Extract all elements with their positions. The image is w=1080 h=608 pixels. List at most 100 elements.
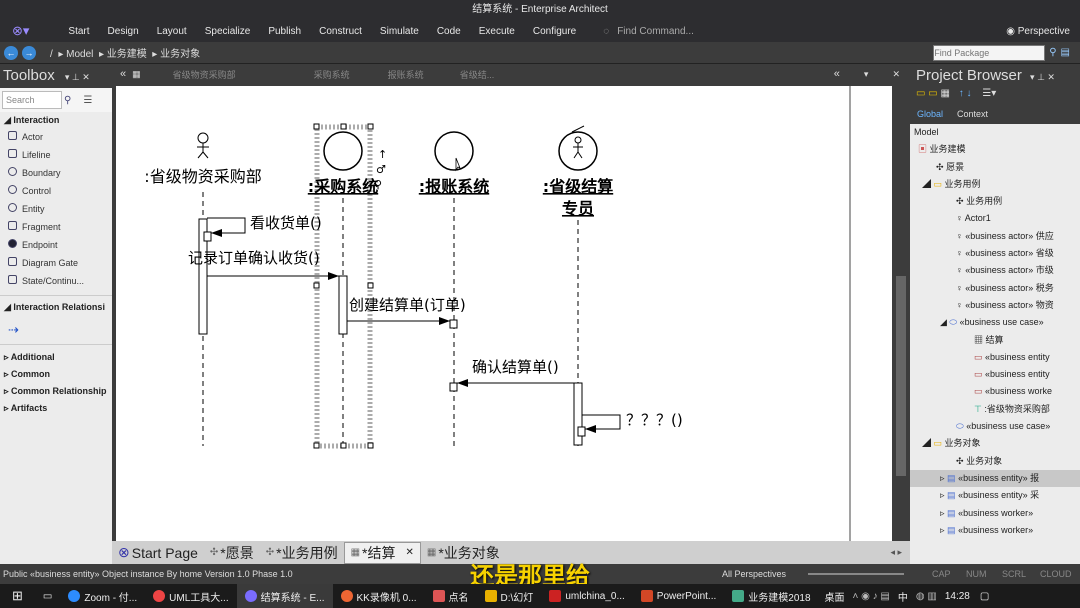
tab-vision[interactable]: ✣ *愿景	[204, 543, 260, 563]
menu-start[interactable]: Start	[59, 26, 98, 37]
quick-link-search-icon[interactable]: ⚲	[374, 178, 382, 191]
tree-item[interactable]: ✣ 业务用例	[910, 193, 1080, 210]
vertical-scrollbar[interactable]	[894, 86, 908, 541]
selection-handle[interactable]	[367, 442, 374, 449]
ime-indicator[interactable]: 中	[898, 589, 908, 604]
tree-item[interactable]: ✣ 愿景	[910, 159, 1080, 176]
tree-item[interactable]: ⊤ :省级物资采购部	[910, 401, 1080, 418]
tree-item[interactable]: ◢ ⬭ «business use case»	[910, 314, 1080, 331]
toolbox-section-additional[interactable]: ▹ Additional	[0, 349, 112, 366]
toolbox-section-relationships[interactable]: ◢ Interaction Relationsi	[0, 295, 112, 316]
tray-icons-2[interactable]: ◍ ▥	[916, 591, 937, 602]
tree-item[interactable]: ▦ 结算	[910, 332, 1080, 349]
desktop-label[interactable]: 桌面	[825, 589, 845, 604]
notification-icon[interactable]: ▢	[980, 591, 989, 602]
collapse-icon[interactable]: «	[120, 68, 126, 80]
sequence-diagram-svg[interactable]: :省级物资采购部 :采购系统 ↑ ♂ ⚲:报账系统:省级结算 专员 看收货单…	[116, 86, 892, 541]
move-down-icon[interactable]: ↓	[966, 88, 971, 99]
windows-start-icon[interactable]: ⊞	[0, 588, 35, 604]
find-package-input[interactable]	[933, 44, 1046, 61]
pin-icon[interactable]: ▾ ⊥ ✕	[65, 72, 90, 82]
perspective-button[interactable]: ◉ Perspective	[1006, 26, 1070, 37]
tree-item[interactable]: ◢ ▭ 业务用例	[910, 176, 1080, 193]
move-up-icon[interactable]: ↑	[959, 88, 964, 99]
selection-handle[interactable]	[340, 123, 347, 130]
tree-item[interactable]: ◢ ▭ 业务对象	[910, 435, 1080, 452]
sequence-diagram-canvas[interactable]: :省级物资采购部 :采购系统 ↑ ♂ ⚲:报账系统:省级结算 专员 看收货单…	[116, 86, 892, 541]
tab-settlement[interactable]: ▦ *结算 ✕	[343, 541, 421, 564]
tab-start-page[interactable]: ⊗ Start Page	[112, 544, 204, 561]
new-diagram-icon[interactable]: ▦	[940, 88, 949, 99]
selection-handle[interactable]	[313, 282, 320, 289]
menu-design[interactable]: Design	[99, 26, 148, 37]
breadcrumb-business-objects[interactable]: 业务对象	[160, 49, 200, 60]
selection-handle[interactable]	[313, 442, 320, 449]
menu-code[interactable]: Code	[428, 26, 470, 37]
menu-publish[interactable]: Publish	[259, 26, 310, 37]
tree-item[interactable]: Model	[910, 124, 1080, 141]
new-folder-icon[interactable]: ▭	[928, 88, 937, 99]
tree-item[interactable]: ▣ 业务建模	[910, 141, 1080, 158]
new-package-icon[interactable]: ▭	[916, 88, 925, 99]
menu-specialize[interactable]: Specialize	[196, 26, 260, 37]
tree-item[interactable]: ⬭ «business use case»	[910, 418, 1080, 435]
taskbar-ea[interactable]: 结算系统 - E...	[236, 584, 333, 608]
back-icon[interactable]: ←	[4, 45, 18, 60]
tree-item[interactable]: ▹ ▤ «business worker»	[910, 505, 1080, 522]
tree-item[interactable]: ♀ «business actor» 省级	[910, 245, 1080, 262]
scrollbar-thumb[interactable]	[896, 276, 906, 476]
tab-business-use-case[interactable]: ✣ *业务用例	[260, 543, 344, 563]
lifeline-procurement-dept[interactable]: :省级物资采购部	[144, 132, 262, 446]
app-icon[interactable]: ⊗▾	[12, 23, 29, 39]
menu-execute[interactable]: Execute	[470, 26, 524, 37]
close-icon[interactable]: ✕	[892, 69, 900, 80]
perspectives-label[interactable]: All Perspectives	[722, 564, 786, 584]
taskbar-kk[interactable]: KK录像机 0...	[333, 584, 425, 608]
search-icon[interactable]: ⚲	[1049, 47, 1056, 58]
close-icon[interactable]: ✕	[405, 547, 413, 558]
tree-item[interactable]: ▹ ▤ «business entity» 采	[910, 487, 1080, 504]
toolbox-item-diagram-gate[interactable]: Diagram Gate	[0, 255, 112, 273]
menu-construct[interactable]: Construct	[310, 26, 371, 37]
lifeline-reimbursement-system[interactable]: :报账系统	[419, 131, 489, 446]
toolbox-item-endpoint[interactable]: Endpoint	[0, 237, 112, 255]
menu-simulate[interactable]: Simulate	[371, 26, 428, 37]
quick-link-key-icon[interactable]: ♂	[376, 163, 386, 176]
taskbar-modeling[interactable]: 业务建模2018	[724, 584, 818, 608]
selection-handle[interactable]	[340, 442, 347, 449]
selection-handle[interactable]	[313, 123, 320, 130]
toolbox-section-interaction[interactable]: ◢ Interaction	[0, 112, 112, 129]
tree-item[interactable]: ▹ ▤ «business entity» 报	[910, 469, 1080, 488]
menu-icon[interactable]: ☰▾	[982, 88, 996, 99]
tree-item[interactable]: ♀ «business actor» 税务	[910, 280, 1080, 297]
taskbar-chrome[interactable]: UML工具大...	[145, 584, 236, 608]
toolbox-item-control[interactable]: Control	[0, 183, 112, 201]
toolbox-item-entity[interactable]: Entity	[0, 201, 112, 219]
breadcrumb-model[interactable]: Model	[66, 49, 93, 60]
dropdown-icon[interactable]: ▾	[864, 69, 869, 80]
message-confirm-settlement[interactable]: 确认结算单()	[457, 358, 574, 387]
tree-item[interactable]: ♀ «business actor» 供应	[910, 228, 1080, 245]
lifeline-settlement-clerk[interactable]: :省级结算 专员	[543, 125, 613, 446]
message-unknown[interactable]: ？？？()	[582, 411, 683, 433]
toolbox-section-common-relationships[interactable]: ▹ Common Relationship	[0, 383, 112, 400]
scroll-left-icon[interactable]: «	[834, 68, 840, 80]
breadcrumb-business-modeling[interactable]: 业务建模	[107, 49, 147, 60]
menu-configure[interactable]: Configure	[524, 26, 585, 37]
package-icon[interactable]: ▤	[1061, 47, 1070, 58]
taskbar-pdf[interactable]: umlchina_0...	[541, 584, 632, 608]
selection-handle[interactable]	[367, 123, 374, 130]
search-icon[interactable]: ⚲	[64, 95, 71, 106]
taskbar-rollcall[interactable]: 点名	[425, 584, 477, 608]
tree-item[interactable]: ▭ «business entity	[910, 349, 1080, 366]
toolbox-item-boundary[interactable]: Boundary	[0, 165, 112, 183]
tab-scroll-icon[interactable]: ◂ ▸	[890, 547, 902, 558]
forward-icon[interactable]: →	[22, 45, 36, 60]
taskbar-folder[interactable]: D:\幻灯	[477, 584, 542, 608]
tray-icons[interactable]: ˄ ◉ ♪ ▤	[853, 591, 890, 602]
tab-context[interactable]: Context	[950, 109, 995, 119]
tree-item[interactable]: ♀ «business actor» 物资	[910, 297, 1080, 314]
quick-link-arrow-icon[interactable]: ↑	[378, 148, 387, 161]
find-command[interactable]: Find Command...	[617, 26, 694, 37]
toolbox-item-state[interactable]: State/Continu...	[0, 273, 112, 291]
